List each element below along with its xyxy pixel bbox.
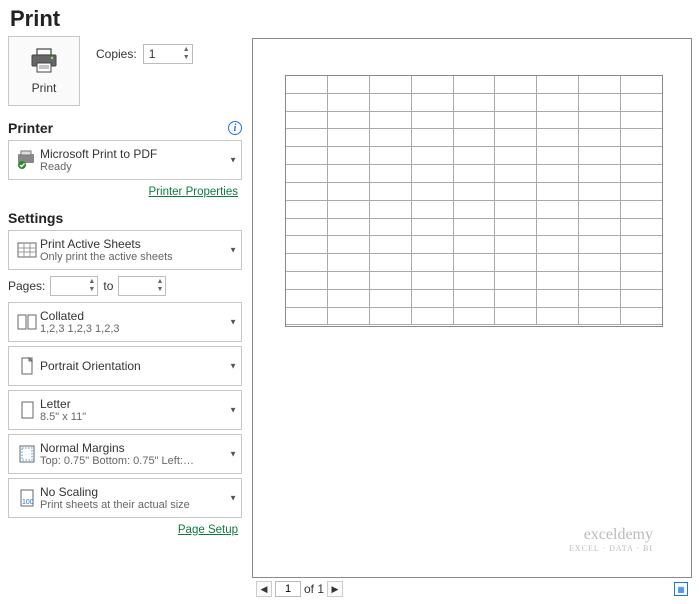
zoom-to-page-icon[interactable]: ▦ (674, 582, 688, 596)
orientation-title: Portrait Orientation (40, 359, 141, 373)
right-panel: exceldemy EXCEL · DATA · BI ◀ of 1 ▶ ▦ (252, 36, 692, 600)
copies-value: 1 (149, 47, 156, 61)
copies-input[interactable]: 1 ▲▼ (143, 44, 193, 64)
preview-gridlines (285, 75, 663, 327)
chevron-down-icon: ▼ (229, 318, 237, 327)
margins-dropdown[interactable]: Normal Margins Top: 0.75" Bottom: 0.75" … (8, 434, 242, 474)
svg-text:100: 100 (22, 499, 34, 506)
chevron-down-icon: ▼ (229, 450, 237, 459)
printer-name: Microsoft Print to PDF (40, 147, 157, 161)
print-button[interactable]: Print (8, 36, 80, 106)
paper-dropdown[interactable]: Letter 8.5" x 11" ▼ (8, 390, 242, 430)
spinner-arrows-icon[interactable]: ▲▼ (156, 278, 163, 294)
main-area: Print Copies: 1 ▲▼ Printer i (0, 36, 700, 604)
pages-label: Pages: (8, 279, 45, 293)
paper-title: Letter (40, 397, 86, 411)
info-icon[interactable]: i (228, 121, 242, 135)
collate-icon (14, 312, 40, 332)
margins-title: Normal Margins (40, 441, 194, 455)
watermark: exceldemy EXCEL · DATA · BI (569, 526, 653, 553)
settings-section-title: Settings (8, 210, 242, 226)
copies-label: Copies: (96, 47, 137, 61)
printer-ready-icon (14, 150, 40, 170)
page-setup-link[interactable]: Page Setup (8, 524, 238, 536)
scaling-title: No Scaling (40, 485, 190, 499)
print-what-dropdown[interactable]: Print Active Sheets Only print the activ… (8, 230, 242, 270)
chevron-down-icon: ▼ (229, 156, 237, 165)
copies-row: Copies: 1 ▲▼ (96, 44, 193, 64)
scaling-icon: 100 (14, 488, 40, 508)
print-button-label: Print (32, 81, 57, 95)
preview-page: exceldemy EXCEL · DATA · BI (285, 75, 663, 559)
chevron-down-icon: ▼ (229, 406, 237, 415)
printer-section-title: Printer i (8, 120, 242, 136)
collate-dropdown[interactable]: Collated 1,2,3 1,2,3 1,2,3 ▼ (8, 302, 242, 342)
scaling-dropdown[interactable]: 100 No Scaling Print sheets at their act… (8, 478, 242, 518)
collate-sub: 1,2,3 1,2,3 1,2,3 (40, 323, 120, 335)
printer-heading: Printer (8, 120, 53, 136)
pages-to-label: to (103, 279, 113, 293)
print-row: Print Copies: 1 ▲▼ (8, 36, 242, 106)
pages-from-input[interactable]: ▲▼ (50, 276, 98, 296)
orientation-dropdown[interactable]: Portrait Orientation ▼ (8, 346, 242, 386)
watermark-brand: exceldemy (569, 526, 653, 544)
left-panel: Print Copies: 1 ▲▼ Printer i (8, 36, 242, 600)
portrait-icon (14, 356, 40, 376)
margins-sub: Top: 0.75" Bottom: 0.75" Left:… (40, 455, 194, 467)
printer-status: Ready (40, 161, 157, 173)
collate-title: Collated (40, 309, 120, 323)
print-what-title: Print Active Sheets (40, 237, 173, 251)
spinner-arrows-icon[interactable]: ▲▼ (183, 46, 190, 62)
spinner-arrows-icon[interactable]: ▲▼ (88, 278, 95, 294)
print-what-sub: Only print the active sheets (40, 251, 173, 263)
pages-to-input[interactable]: ▲▼ (118, 276, 166, 296)
preview-footer: ◀ of 1 ▶ ▦ (252, 578, 692, 600)
prev-page-button[interactable]: ◀ (256, 581, 272, 597)
sheets-icon (14, 240, 40, 260)
chevron-down-icon: ▼ (229, 494, 237, 503)
current-page-input[interactable] (275, 581, 301, 597)
scaling-sub: Print sheets at their actual size (40, 499, 190, 511)
printer-dropdown[interactable]: Microsoft Print to PDF Ready ▼ (8, 140, 242, 180)
chevron-down-icon: ▼ (229, 246, 237, 255)
next-page-button[interactable]: ▶ (327, 581, 343, 597)
watermark-tag: EXCEL · DATA · BI (569, 544, 653, 553)
pages-row: Pages: ▲▼ to ▲▼ (8, 276, 242, 296)
margins-icon (14, 444, 40, 464)
page-nav: ◀ of 1 ▶ (256, 581, 343, 597)
chevron-down-icon: ▼ (229, 362, 237, 371)
page-total-label: of 1 (304, 582, 324, 596)
page-title: Print (0, 0, 700, 36)
paper-icon (14, 400, 40, 420)
paper-sub: 8.5" x 11" (40, 411, 86, 423)
print-preview: exceldemy EXCEL · DATA · BI (252, 38, 692, 578)
settings-heading: Settings (8, 210, 63, 226)
printer-icon (29, 48, 59, 77)
printer-properties-link[interactable]: Printer Properties (8, 186, 238, 198)
